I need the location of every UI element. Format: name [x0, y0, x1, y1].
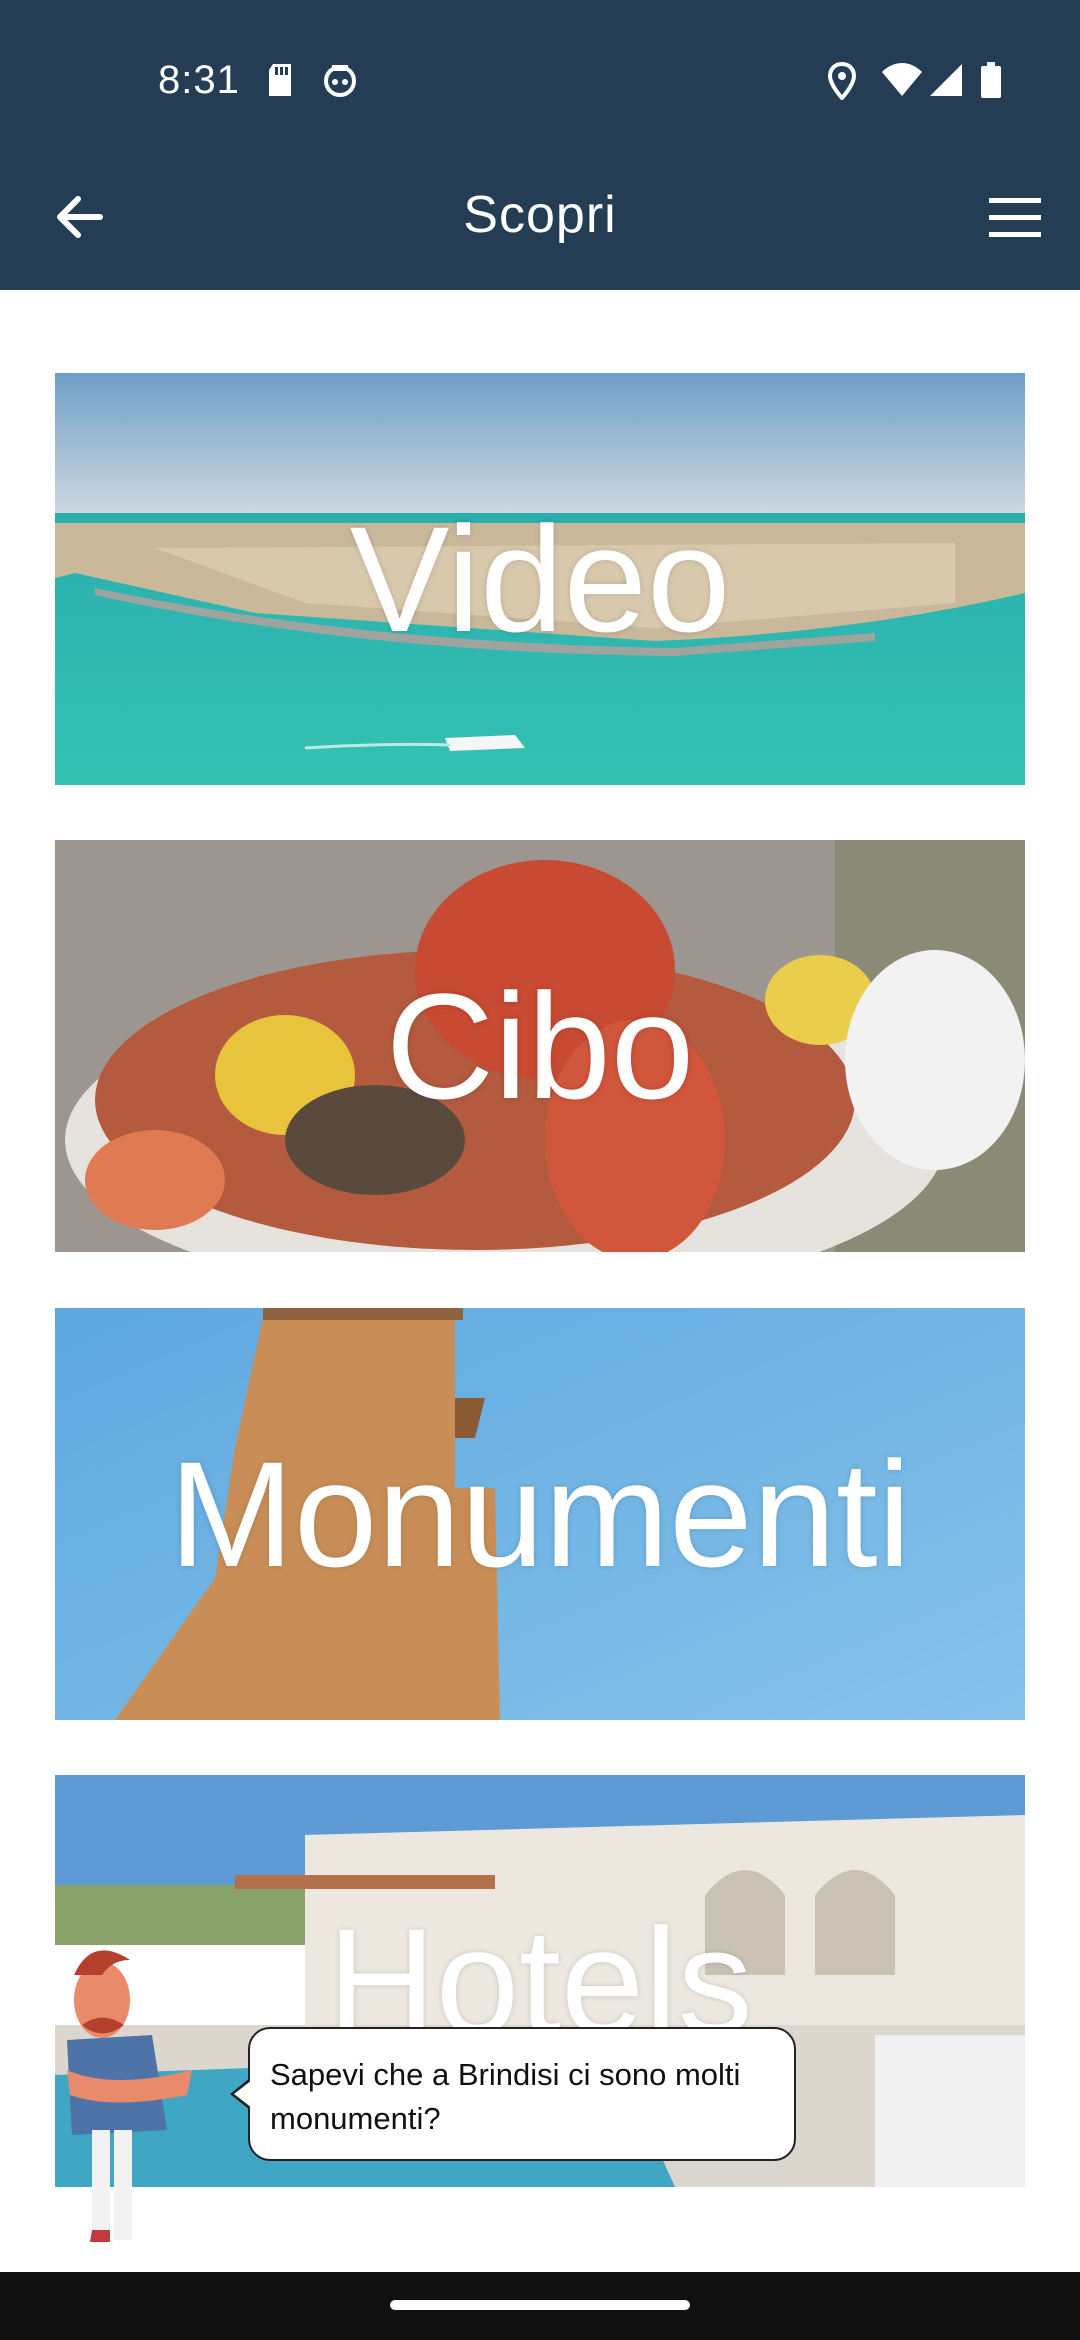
category-card-monumenti[interactable]: Monumenti [55, 1308, 1025, 1720]
card-label: Monumenti [168, 1430, 912, 1598]
sd-card-icon [269, 64, 291, 96]
status-bar: 8:31 [0, 0, 1080, 165]
signal-icon [930, 64, 962, 96]
speech-bubble-text: Sapevi che a Brindisi ci sono molti monu… [270, 2057, 741, 2136]
category-card-cibo[interactable]: Cibo [55, 840, 1025, 1252]
wifi-icon [882, 63, 922, 96]
card-label: Cibo [385, 962, 695, 1130]
speech-bubble[interactable]: Sapevi che a Brindisi ci sono molti monu… [248, 2027, 796, 2161]
system-navigation-bar [0, 2272, 1080, 2340]
page-title: Scopri [463, 186, 617, 244]
status-time: 8:31 [158, 58, 240, 102]
speech-bubble-tail-fill [234, 2080, 252, 2108]
category-card-video[interactable]: Video [55, 373, 1025, 785]
mascot-character[interactable] [52, 1930, 202, 2250]
location-icon [828, 62, 856, 100]
app-bar: Scopri [0, 165, 1080, 290]
robot-face-icon [324, 65, 356, 97]
home-indicator[interactable] [390, 2300, 690, 2310]
card-label: Video [349, 495, 731, 663]
hamburger-menu-icon[interactable] [985, 190, 1045, 245]
battery-icon [981, 62, 1001, 98]
